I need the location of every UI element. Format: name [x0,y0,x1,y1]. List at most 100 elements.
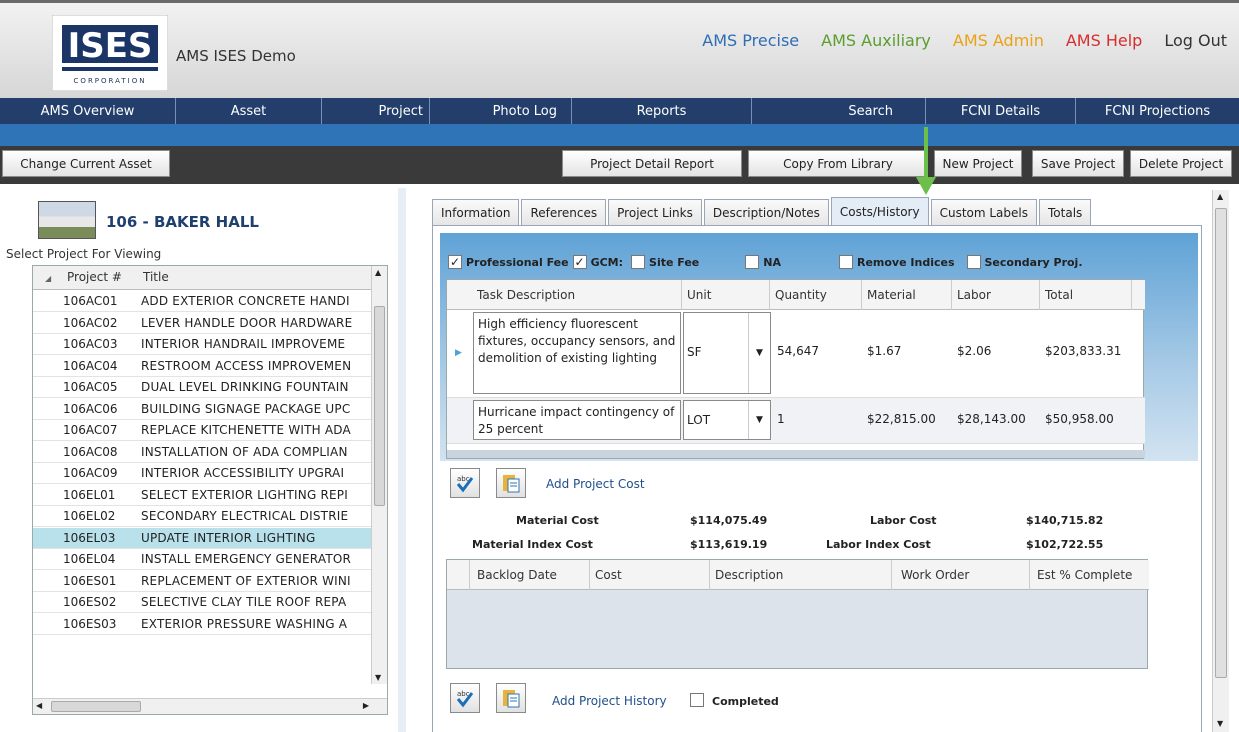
col-backlog-date[interactable]: Backlog Date [477,568,557,582]
material-index-label: Material Index Cost [472,538,593,551]
nav-asset[interactable]: Asset [176,98,322,124]
col-material[interactable]: Material [867,288,916,302]
chevron-down-icon[interactable]: ▼ [748,401,770,439]
nav-photo-log[interactable]: Photo Log [430,98,572,124]
professional-fee-label: Professional Fee [466,255,569,269]
sort-corner-icon: ◢ [45,274,52,283]
tab-totals[interactable]: Totals [1039,199,1092,225]
new-project-button[interactable]: New Project [934,150,1022,177]
asset-photo [38,201,96,239]
history-table: Backlog Date Cost Description Work Order… [446,559,1149,669]
project-grid-hscrollbar[interactable]: ◀ ▶ [33,698,387,714]
col-cost[interactable]: Cost [595,568,622,582]
nav-project[interactable]: Project [322,98,430,124]
project-number: 106EL04 [63,552,116,566]
project-row[interactable]: 106AC07 REPLACE KITCHENETTE WITH ADA [33,420,373,441]
project-row[interactable]: 106EL04 INSTALL EMERGENCY GENERATOR [33,549,373,570]
project-row[interactable]: 106AC06 BUILDING SIGNAGE PACKAGE UPC [33,399,373,420]
project-row[interactable]: 106AC09 INTERIOR ACCESSIBILITY UPGRAI [33,463,373,484]
site-fee-checkbox[interactable] [631,255,646,269]
project-row[interactable]: 106ES01 REPLACEMENT OF EXTERIOR WINI [33,571,373,592]
col-title[interactable]: Title [143,270,169,284]
project-row[interactable]: 106AC01 ADD EXTERIOR CONCRETE HANDI [33,291,373,312]
link-ams-help[interactable]: AMS Help [1066,31,1142,50]
nav-ams-overview[interactable]: AMS Overview [0,98,176,124]
tab-project-links[interactable]: Project Links [608,199,702,225]
project-detail-report-button[interactable]: Project Detail Report [562,150,742,177]
project-grid-vscrollbar[interactable]: ▲ ▼ [371,266,387,684]
project-row[interactable]: 106AC04 RESTROOM ACCESS IMPROVEMEN [33,356,373,377]
project-row[interactable]: 106ES03 EXTERIOR PRESSURE WASHING A [33,614,373,635]
project-row[interactable]: 106EL02 SECONDARY ELECTRICAL DISTRIE [33,506,373,527]
completed-checkbox[interactable] [690,693,704,707]
col-work-order[interactable]: Work Order [901,568,969,582]
project-row[interactable]: 106ES02 SELECTIVE CLAY TILE ROOF REPA [33,592,373,613]
col-project-num[interactable]: Project # [67,270,122,284]
add-project-cost-link[interactable]: Add Project Cost [546,477,645,491]
copy-from-library-button[interactable]: Copy From Library [748,150,928,177]
task-description-field[interactable]: Hurricane impact contingency of 25 perce… [473,400,681,440]
project-row[interactable]: 106AC05 DUAL LEVEL DRINKING FOUNTAIN [33,377,373,398]
secondary-proj-checkbox[interactable] [966,255,981,269]
tab-description-notes[interactable]: Description/Notes [703,199,829,225]
tab-costs-history[interactable]: Costs/History [830,197,929,225]
col-quantity[interactable]: Quantity [775,288,827,302]
project-row[interactable]: 106AC02 LEVER HANDLE DOOR HARDWARE [33,313,373,334]
logo-text: ISES [68,26,153,66]
project-row[interactable]: 106AC08 INSTALLATION OF ADA COMPLIAN [33,442,373,463]
page-vscrollbar[interactable]: ▲ ▼ [1212,190,1229,732]
nav-reports[interactable]: Reports [572,98,752,124]
remove-indices-checkbox[interactable] [838,255,853,269]
delete-project-button[interactable]: Delete Project [1130,150,1232,177]
page-scroll-thumb[interactable] [1215,208,1227,678]
unit-select[interactable]: LOT ▼ [683,400,771,440]
panel-splitter[interactable] [398,188,406,732]
project-row[interactable]: 106AC03 INTERIOR HANDRAIL IMPROVEME [33,334,373,355]
spellcheck-cost-button[interactable]: abc [450,468,480,498]
nav-search[interactable]: Search [752,98,926,124]
scroll-down-icon[interactable]: ▼ [375,673,381,682]
tab-information[interactable]: Information [432,199,520,225]
col-unit[interactable]: Unit [687,288,711,302]
na-checkbox[interactable] [745,255,760,269]
save-project-button[interactable]: Save Project [1032,150,1124,177]
scroll-right-icon[interactable]: ▶ [363,701,369,710]
project-title: SELECT EXTERIOR LIGHTING REPI [141,487,348,502]
project-row[interactable]: 106EL03 UPDATE INTERIOR LIGHTING [33,527,373,549]
nav-fcni-projections[interactable]: FCNI Projections [1076,98,1239,124]
scroll-left-icon[interactable]: ◀ [36,701,42,710]
unit-select[interactable]: SF ▼ [683,312,771,394]
app-title: AMS ISES Demo [176,47,296,65]
col-labor[interactable]: Labor [957,288,991,302]
nav-fcni-details[interactable]: FCNI Details [926,98,1076,124]
scroll-up-icon[interactable]: ▲ [375,268,381,277]
add-project-history-link[interactable]: Add Project History [552,694,667,708]
chevron-down-icon[interactable]: ▼ [748,313,770,393]
spellcheck-history-button[interactable]: abc [450,683,480,713]
scroll-thumb[interactable] [374,306,385,506]
project-row[interactable]: 106EL01 SELECT EXTERIOR LIGHTING REPI [33,485,373,506]
link-ams-precise[interactable]: AMS Precise [702,31,799,50]
task-description-field[interactable]: High efficiency fluorescent fixtures, oc… [473,312,681,394]
link-ams-admin[interactable]: AMS Admin [953,31,1044,50]
scroll-up-icon[interactable]: ▲ [1217,192,1223,201]
labor-cell: $2.06 [957,344,992,358]
change-asset-button[interactable]: Change Current Asset [2,150,170,177]
tab-references[interactable]: References [521,199,607,225]
col-task-description[interactable]: Task Description [477,288,575,302]
cost-row[interactable]: ▶ High efficiency fluorescent fixtures, … [447,310,1145,398]
hscroll-thumb[interactable] [51,701,141,712]
col-total[interactable]: Total [1045,288,1073,302]
link-ams-auxiliary[interactable]: AMS Auxiliary [821,31,931,50]
gcm-checkbox[interactable]: ✓ [572,255,587,269]
link-log-out[interactable]: Log Out [1164,31,1227,50]
col-est-complete[interactable]: Est % Complete [1037,568,1132,582]
tab-custom-labels[interactable]: Custom Labels [930,199,1037,225]
professional-fee-checkbox[interactable]: ✓ [448,255,462,269]
paste-cost-button[interactable] [496,468,526,498]
paste-history-button[interactable] [496,683,526,713]
cost-row[interactable]: Hurricane impact contingency of 25 perce… [447,398,1145,444]
col-description[interactable]: Description [715,568,783,582]
project-number: 106AC02 [63,315,118,330]
scroll-down-icon[interactable]: ▼ [1217,719,1223,728]
